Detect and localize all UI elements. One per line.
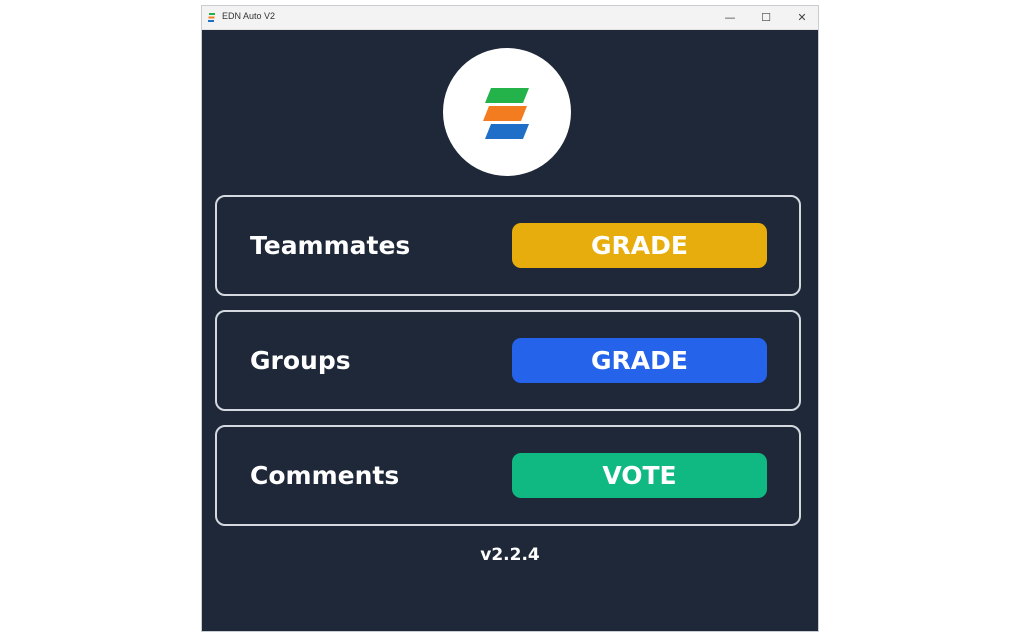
app-window: EDN Auto V2 — ☐ ✕ Teammates GRADE Groups… xyxy=(201,5,819,632)
logo-icon xyxy=(483,88,529,139)
logo xyxy=(443,48,571,176)
version-label: v2.2.4 xyxy=(480,545,540,565)
comments-label: Comments xyxy=(250,461,400,490)
teammates-label: Teammates xyxy=(250,231,411,260)
minimize-button[interactable]: — xyxy=(712,6,748,29)
teammates-grade-button[interactable]: GRADE xyxy=(512,223,767,268)
maximize-button[interactable]: ☐ xyxy=(748,6,784,29)
groups-label: Groups xyxy=(250,346,351,375)
app-icon xyxy=(208,13,215,22)
close-button[interactable]: ✕ xyxy=(784,6,818,29)
title-bar[interactable]: EDN Auto V2 — ☐ ✕ xyxy=(202,6,818,30)
groups-row: Groups GRADE xyxy=(215,310,801,411)
comments-vote-button[interactable]: VOTE xyxy=(512,453,767,498)
comments-row: Comments VOTE xyxy=(215,425,801,526)
teammates-row: Teammates GRADE xyxy=(215,195,801,296)
window-title: EDN Auto V2 xyxy=(222,11,276,21)
groups-grade-button[interactable]: GRADE xyxy=(512,338,767,383)
